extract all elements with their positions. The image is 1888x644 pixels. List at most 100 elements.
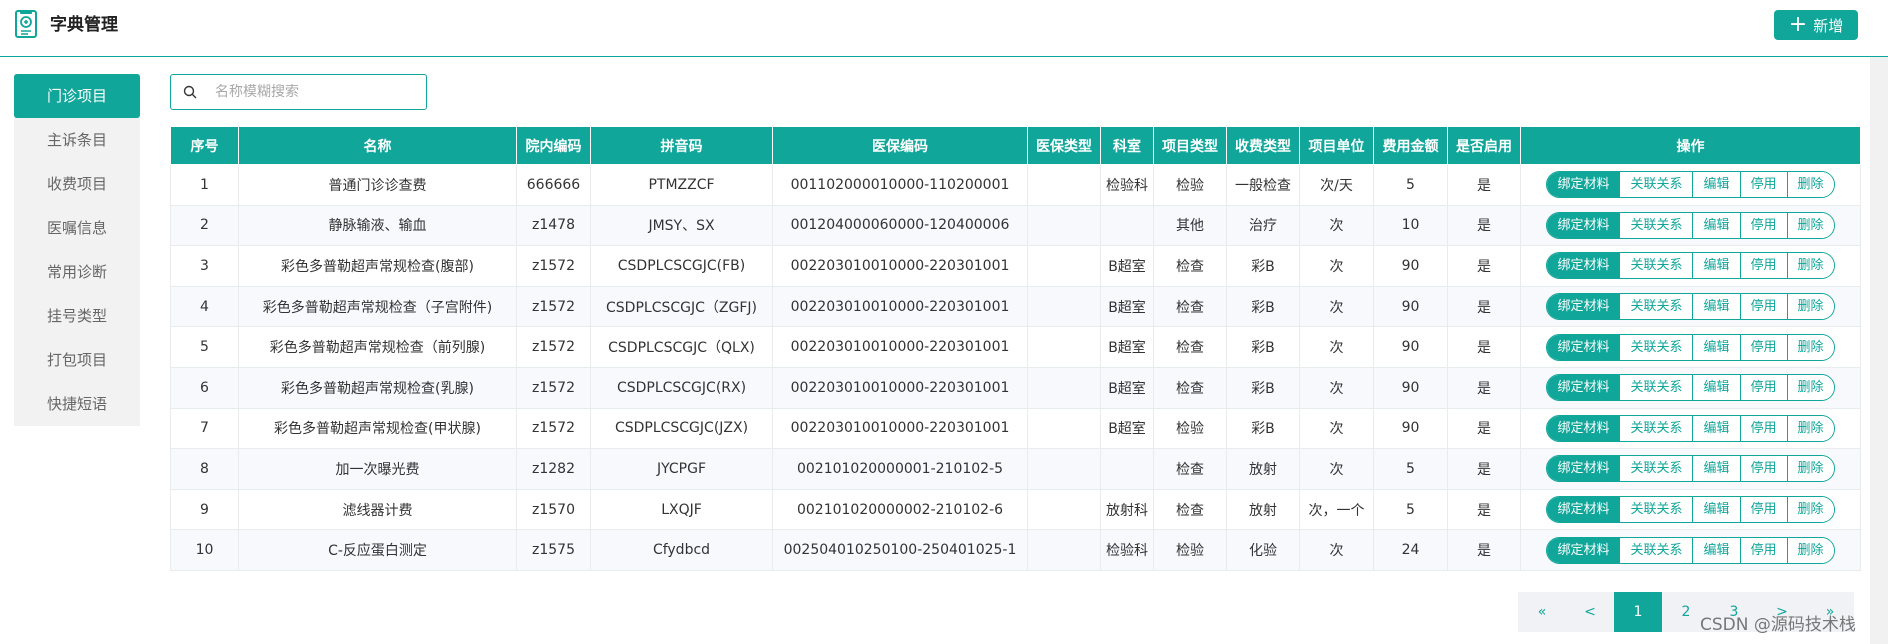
edit-button[interactable]: 编辑 bbox=[1692, 253, 1740, 279]
cell-item-type: 检查 bbox=[1153, 366, 1227, 409]
cell-amount: 90 bbox=[1373, 245, 1448, 287]
column-header: 名称 bbox=[238, 126, 517, 165]
edit-button[interactable]: 编辑 bbox=[1692, 294, 1740, 320]
bind-material-button[interactable]: 绑定材料 bbox=[1547, 334, 1620, 360]
cell-name: 加一次曝光费 bbox=[238, 448, 517, 490]
cell-name: 彩色多普勒超声常规检查（前列腺) bbox=[238, 326, 517, 368]
table-row: 9 滤线器计费 z1570 LXQJF 002101020000002-210102-6… bbox=[170, 488, 1861, 531]
sidebar-item-registration[interactable]: 挂号类型 bbox=[14, 294, 140, 338]
cell-internal-code: z1570 bbox=[516, 488, 591, 531]
bind-material-button[interactable]: 绑定材料 bbox=[1547, 253, 1620, 279]
action-group: 绑定材料 关联关系 编辑 停用 删除 bbox=[1546, 252, 1835, 280]
column-header: 收费类型 bbox=[1226, 126, 1300, 165]
cell-insurance-type bbox=[1027, 366, 1101, 409]
delete-button[interactable]: 删除 bbox=[1786, 334, 1834, 360]
disable-button[interactable]: 停用 bbox=[1739, 172, 1787, 198]
disable-button[interactable]: 停用 bbox=[1739, 497, 1787, 523]
action-group: 绑定材料 关联关系 编辑 停用 删除 bbox=[1546, 374, 1835, 402]
relation-button[interactable]: 关联关系 bbox=[1619, 497, 1693, 523]
sidebar-item-package[interactable]: 打包项目 bbox=[14, 338, 140, 382]
delete-button[interactable]: 删除 bbox=[1786, 212, 1834, 238]
prev-page-button[interactable]: < bbox=[1566, 592, 1614, 632]
cell-name: 彩色多普勒超声常规检查(腹部) bbox=[238, 245, 517, 287]
edit-button[interactable]: 编辑 bbox=[1692, 334, 1740, 360]
delete-button[interactable]: 删除 bbox=[1786, 172, 1834, 198]
edit-button[interactable]: 编辑 bbox=[1692, 537, 1740, 563]
cell-insurance-code: 001102000010000-110200001 bbox=[772, 164, 1028, 206]
cell-index: 1 bbox=[170, 164, 239, 206]
cell-insurance-type bbox=[1027, 326, 1101, 368]
edit-button[interactable]: 编辑 bbox=[1692, 456, 1740, 482]
action-group: 绑定材料 关联关系 编辑 停用 删除 bbox=[1546, 171, 1835, 199]
disable-button[interactable]: 停用 bbox=[1739, 456, 1787, 482]
disable-button[interactable]: 停用 bbox=[1739, 253, 1787, 279]
dictionary-icon bbox=[15, 10, 37, 38]
relation-button[interactable]: 关联关系 bbox=[1619, 212, 1693, 238]
sidebar-item-complaint[interactable]: 主诉条目 bbox=[14, 118, 140, 162]
relation-button[interactable]: 关联关系 bbox=[1619, 334, 1693, 360]
sidebar-item-charge[interactable]: 收费项目 bbox=[14, 162, 140, 206]
delete-button[interactable]: 删除 bbox=[1786, 253, 1834, 279]
first-page-button[interactable]: « bbox=[1518, 592, 1566, 632]
delete-button[interactable]: 删除 bbox=[1786, 415, 1834, 441]
delete-button[interactable]: 删除 bbox=[1786, 456, 1834, 482]
edit-button[interactable]: 编辑 bbox=[1692, 172, 1740, 198]
edit-button[interactable]: 编辑 bbox=[1692, 415, 1740, 441]
bind-material-button[interactable]: 绑定材料 bbox=[1547, 294, 1620, 320]
cell-actions: 绑定材料 关联关系 编辑 停用 删除 bbox=[1520, 448, 1861, 490]
cell-name: 普通门诊诊查费 bbox=[238, 164, 517, 206]
disable-button[interactable]: 停用 bbox=[1739, 294, 1787, 320]
bind-material-button[interactable]: 绑定材料 bbox=[1547, 456, 1620, 482]
sidebar-item-phrase[interactable]: 快捷短语 bbox=[14, 382, 140, 426]
bind-material-button[interactable]: 绑定材料 bbox=[1547, 375, 1620, 401]
action-group: 绑定材料 关联关系 编辑 停用 删除 bbox=[1546, 333, 1835, 361]
bind-material-button[interactable]: 绑定材料 bbox=[1547, 415, 1620, 441]
cell-charge-type: 彩B bbox=[1226, 245, 1300, 287]
bind-material-button[interactable]: 绑定材料 bbox=[1547, 172, 1620, 198]
add-button[interactable]: + 新增 bbox=[1774, 10, 1858, 40]
cell-internal-code: z1575 bbox=[516, 529, 591, 571]
delete-button[interactable]: 删除 bbox=[1786, 497, 1834, 523]
cell-charge-type: 治疗 bbox=[1226, 204, 1300, 247]
bind-material-button[interactable]: 绑定材料 bbox=[1547, 537, 1620, 563]
bind-material-button[interactable]: 绑定材料 bbox=[1547, 497, 1620, 523]
disable-button[interactable]: 停用 bbox=[1739, 537, 1787, 563]
cell-enabled: 是 bbox=[1447, 204, 1521, 247]
relation-button[interactable]: 关联关系 bbox=[1619, 537, 1693, 563]
search-input[interactable] bbox=[215, 84, 415, 100]
bind-material-button[interactable]: 绑定材料 bbox=[1547, 212, 1620, 238]
disable-button[interactable]: 停用 bbox=[1739, 212, 1787, 238]
relation-button[interactable]: 关联关系 bbox=[1619, 375, 1693, 401]
edit-button[interactable]: 编辑 bbox=[1692, 375, 1740, 401]
relation-button[interactable]: 关联关系 bbox=[1619, 415, 1693, 441]
sidebar-item-outpatient[interactable]: 门诊项目 bbox=[14, 74, 140, 118]
disable-button[interactable]: 停用 bbox=[1739, 334, 1787, 360]
disable-button[interactable]: 停用 bbox=[1739, 375, 1787, 401]
cell-department: 检验科 bbox=[1100, 529, 1154, 571]
disable-button[interactable]: 停用 bbox=[1739, 415, 1787, 441]
cell-charge-type: 放射 bbox=[1226, 448, 1300, 490]
delete-button[interactable]: 删除 bbox=[1786, 294, 1834, 320]
cell-insurance-code: 002101020000002-210102-6 bbox=[772, 488, 1028, 531]
table-row: 6 彩色多普勒超声常规检查(乳腺) z1572 CSDPLCSCGJC(RX) 0022… bbox=[170, 366, 1861, 409]
delete-button[interactable]: 删除 bbox=[1786, 537, 1834, 563]
scrollbar[interactable] bbox=[1870, 57, 1888, 644]
edit-button[interactable]: 编辑 bbox=[1692, 497, 1740, 523]
item-table: 序号 名称 院内编码 拼音码 医保编码 医保类型 科室 项目类型 收费类型 项目… bbox=[170, 126, 1861, 571]
sidebar-item-diagnosis[interactable]: 常用诊断 bbox=[14, 250, 140, 294]
page-1-button[interactable]: 1 bbox=[1614, 592, 1662, 632]
relation-button[interactable]: 关联关系 bbox=[1619, 172, 1693, 198]
delete-button[interactable]: 删除 bbox=[1786, 375, 1834, 401]
cell-pinyin: JMSY、SX bbox=[590, 204, 773, 247]
cell-department: 放射科 bbox=[1100, 488, 1154, 531]
edit-button[interactable]: 编辑 bbox=[1692, 212, 1740, 238]
cell-department: 检验科 bbox=[1100, 164, 1154, 206]
relation-button[interactable]: 关联关系 bbox=[1619, 456, 1693, 482]
sidebar-item-order[interactable]: 医嘱信息 bbox=[14, 206, 140, 250]
cell-charge-type: 一般检查 bbox=[1226, 164, 1300, 206]
relation-button[interactable]: 关联关系 bbox=[1619, 294, 1693, 320]
cell-insurance-code: 002203010010000-220301001 bbox=[772, 245, 1028, 287]
cell-insurance-code: 002203010010000-220301001 bbox=[772, 366, 1028, 409]
action-group: 绑定材料 关联关系 编辑 停用 删除 bbox=[1546, 414, 1835, 442]
relation-button[interactable]: 关联关系 bbox=[1619, 253, 1693, 279]
